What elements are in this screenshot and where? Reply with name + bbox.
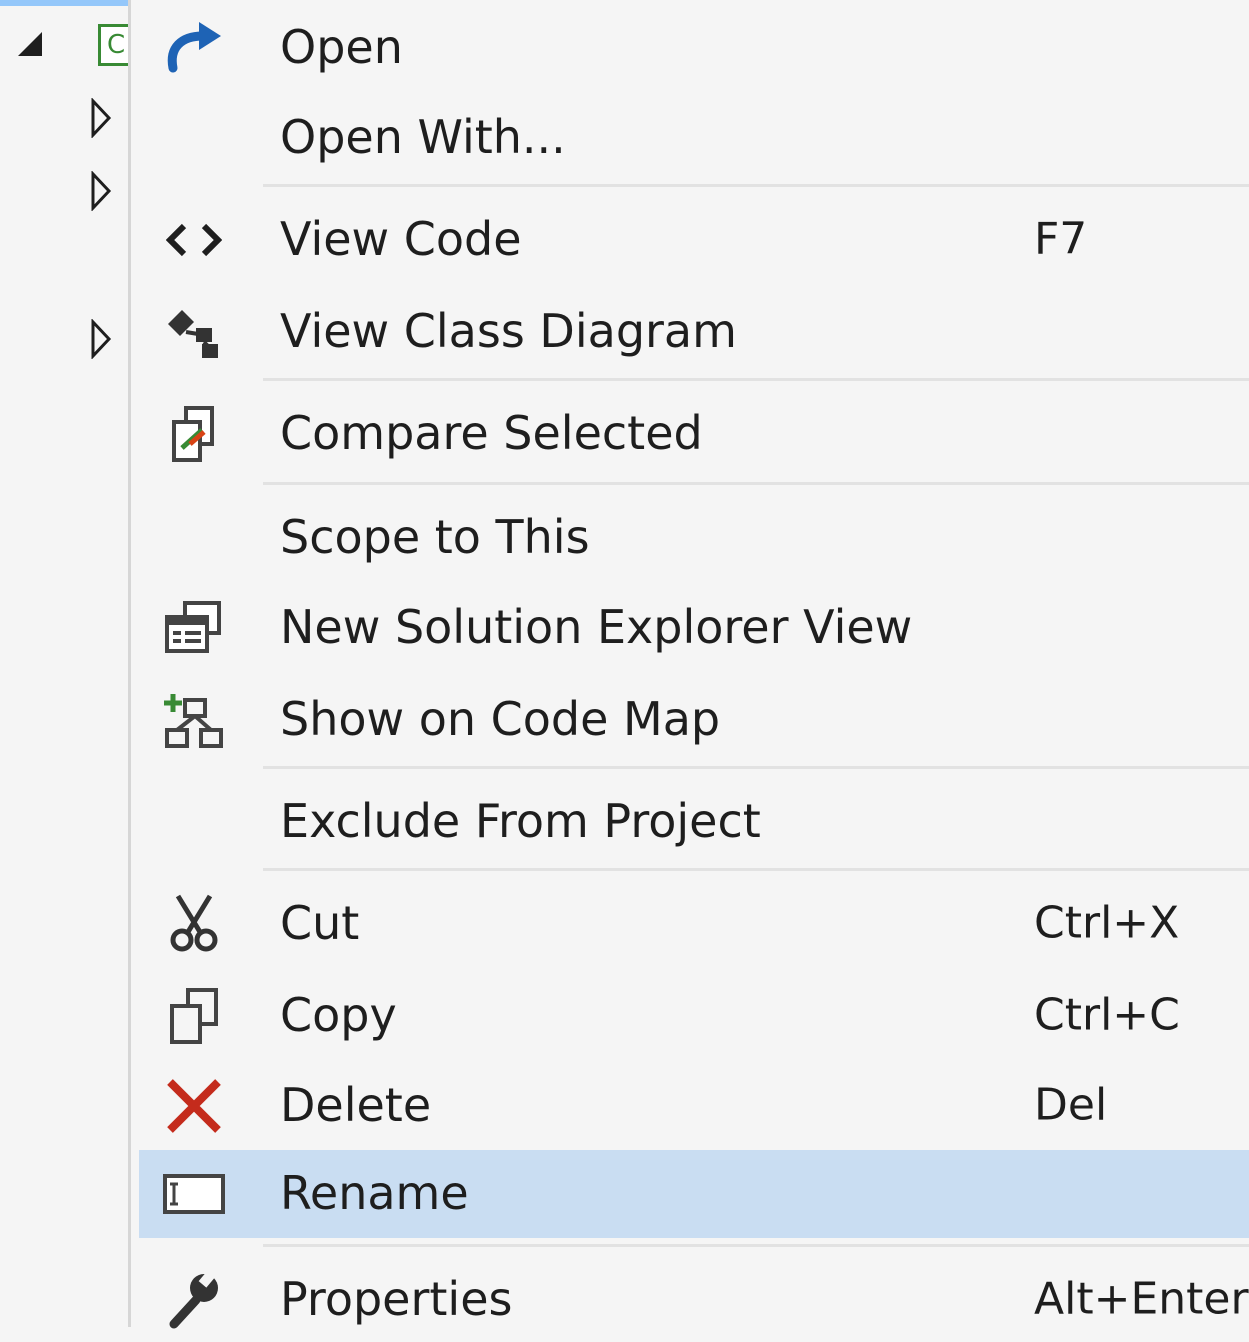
expand-triangle-icon[interactable] — [90, 319, 112, 359]
menu-item-show-on-code-map[interactable]: Show on Code Map — [139, 678, 1249, 762]
menu-separator — [263, 184, 1249, 187]
expanded-triangle-icon[interactable] — [14, 30, 44, 58]
menu-item-scope-to-this[interactable]: Scope to This — [139, 496, 1249, 580]
menu-item-shortcut: F7 — [1034, 213, 1088, 265]
menu-item-exclude-from-project[interactable]: Exclude From Project — [139, 780, 1249, 864]
project-icon: C — [98, 24, 128, 66]
delete-x-icon — [161, 1073, 227, 1139]
class-diagram-icon — [161, 299, 227, 365]
menu-item-label: Open With... — [280, 109, 566, 164]
menu-item-label: Copy — [280, 987, 397, 1042]
selection-bar — [0, 0, 128, 6]
wrench-icon — [161, 1267, 227, 1333]
menu-item-cut[interactable]: Cut Ctrl+X — [139, 882, 1249, 966]
menu-item-open-with[interactable]: Open With... — [139, 96, 1249, 180]
menu-item-shortcut: Del — [1034, 1079, 1108, 1131]
menu-item-rename[interactable]: Rename — [139, 1150, 1249, 1238]
menu-item-label: New Solution Explorer View — [280, 599, 913, 654]
menu-item-label: Delete — [280, 1077, 432, 1132]
menu-item-label: Properties — [280, 1271, 513, 1326]
menu-item-view-class-diagram[interactable]: View Class Diagram — [139, 290, 1249, 374]
expand-triangle-icon[interactable] — [90, 171, 112, 211]
code-brackets-icon — [161, 207, 227, 273]
menu-item-delete[interactable]: Delete Del — [139, 1064, 1249, 1148]
menu-item-properties[interactable]: Properties Alt+Enter — [139, 1258, 1249, 1342]
menu-item-shortcut: Alt+Enter — [1034, 1273, 1249, 1325]
menu-item-label: Scope to This — [280, 509, 590, 564]
menu-separator — [263, 1244, 1249, 1247]
menu-item-label: Exclude From Project — [280, 793, 761, 848]
menu-item-compare-selected[interactable]: Compare Selected — [139, 392, 1249, 476]
menu-item-shortcut: Ctrl+C — [1034, 989, 1180, 1041]
menu-separator — [263, 868, 1249, 871]
context-menu: Open Open With... View Code F7 View Clas… — [131, 0, 1249, 1329]
menu-item-label: View Code — [280, 211, 522, 266]
menu-item-label: Open — [280, 19, 403, 74]
menu-item-copy[interactable]: Copy Ctrl+C — [139, 974, 1249, 1058]
menu-item-label: Compare Selected — [280, 405, 703, 460]
solution-explorer-tree: C — [0, 0, 128, 1327]
menu-separator — [263, 766, 1249, 769]
menu-item-label: Show on Code Map — [280, 691, 721, 746]
expand-triangle-icon[interactable] — [90, 98, 112, 138]
menu-item-label: Cut — [280, 895, 360, 950]
menu-item-shortcut: Ctrl+X — [1034, 897, 1180, 949]
scissors-icon — [161, 891, 227, 957]
redo-arrow-icon — [161, 15, 227, 81]
rename-icon — [161, 1161, 227, 1227]
menu-item-label: View Class Diagram — [280, 303, 737, 358]
new-window-icon — [161, 595, 227, 661]
menu-separator — [263, 482, 1249, 485]
menu-separator — [263, 378, 1249, 381]
copy-icon — [161, 983, 227, 1049]
compare-files-icon — [161, 401, 227, 467]
code-map-icon — [161, 687, 227, 753]
menu-item-new-solution-explorer-view[interactable]: New Solution Explorer View — [139, 586, 1249, 670]
menu-item-open[interactable]: Open — [139, 6, 1249, 90]
menu-item-view-code[interactable]: View Code F7 — [139, 198, 1249, 282]
menu-item-label: Rename — [280, 1165, 469, 1220]
